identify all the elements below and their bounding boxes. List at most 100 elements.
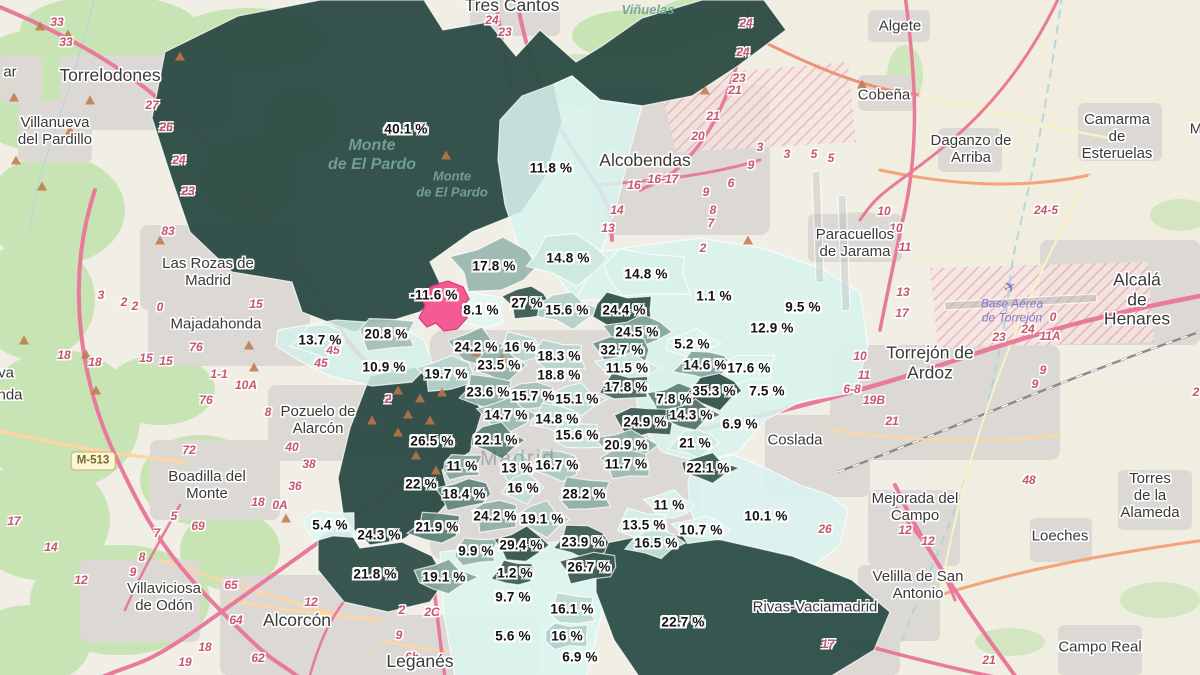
percent-label: 29.4 % <box>499 538 542 553</box>
forest-icon <box>63 30 73 39</box>
road-number-label: 21 <box>728 83 741 97</box>
road-number-label: 24 <box>485 13 498 27</box>
airbase-label: Base Aérea de Torrejón <box>981 297 1043 326</box>
road-number-label: 2 <box>399 603 406 617</box>
percent-label: 24.3 % <box>357 528 400 543</box>
forest-icon <box>11 156 21 165</box>
forest-icon <box>497 354 507 363</box>
road-number-label: 9 <box>396 628 403 642</box>
percent-label: 35.3 % <box>692 384 735 399</box>
percent-label: 12.9 % <box>750 321 793 336</box>
road-number-label: 20 <box>691 129 704 143</box>
label-layer: Monte de El PardoMonte de El PardoViñuel… <box>0 0 1200 675</box>
road-number-label: 1-1 <box>210 367 227 381</box>
percent-label: 13 % <box>501 461 533 476</box>
percent-label: 8.1 % <box>463 303 499 318</box>
road-number-label: 62 <box>251 651 264 665</box>
forest-icon <box>743 236 753 245</box>
percent-label: 17.6 % <box>727 361 770 376</box>
forest-icon <box>175 52 185 61</box>
road-number-label: 26 <box>159 120 172 134</box>
city-label: M <box>1190 122 1200 139</box>
forest-icon <box>857 80 867 89</box>
forest-icon <box>415 394 425 403</box>
percent-label: 14.3 % <box>669 408 712 423</box>
city-label: Alcalá de Henares <box>1104 271 1170 330</box>
road-number-label: 36 <box>288 479 301 493</box>
percent-label: 7.8 % <box>656 392 692 407</box>
road-number-label: 3 <box>784 147 791 161</box>
city-label: Torrejón de Ardoz <box>886 343 974 382</box>
road-number-label: 15 <box>139 351 152 365</box>
road-number-label: 40 <box>285 440 298 454</box>
forest-icon <box>411 451 421 460</box>
road-number-label: 12 <box>921 534 934 548</box>
city-label: Rivas-Vaciamadrid <box>753 600 878 617</box>
road-number-label: 10A <box>235 378 257 392</box>
city-label: Mejorada del Campo <box>872 491 959 525</box>
road-number-label: 45 <box>314 356 327 370</box>
road-number-label: 5 <box>171 509 178 523</box>
percent-label: 9.9 % <box>458 544 494 559</box>
percent-label: 1.2 % <box>497 566 533 581</box>
percent-label: 11 % <box>654 498 685 513</box>
road-number-label: 18 <box>251 495 264 509</box>
city-label: Majadahonda <box>171 317 262 334</box>
road-number-label: 0 <box>1050 310 1057 324</box>
road-number-label: 24 <box>1021 322 1034 336</box>
forest-icon <box>91 386 101 395</box>
road-number-label: 14 <box>44 540 57 554</box>
percent-label: 16 % <box>551 629 583 644</box>
road-number-label: 13 <box>896 285 909 299</box>
percent-label: 6.9 % <box>722 417 758 432</box>
forest-icon <box>447 436 457 445</box>
forest-icon <box>155 236 165 245</box>
percent-label: 32.7 % <box>600 343 643 358</box>
forest-icon <box>81 350 91 359</box>
forest-icon <box>244 341 254 350</box>
percent-label: 18.4 % <box>442 487 485 502</box>
percent-label: 16.5 % <box>634 536 677 551</box>
road-number-label: 3 <box>98 288 105 302</box>
percent-label: 13.5 % <box>622 518 665 533</box>
percent-label: 40.1 % <box>384 122 427 137</box>
city-label: Daganzo de Arriba <box>931 133 1012 167</box>
percent-label: 14.8 % <box>546 251 589 266</box>
percent-label: 24.5 % <box>615 325 658 340</box>
road-number-label: 24-5 <box>1034 203 1058 217</box>
city-label: Torres de la Alameda <box>1120 471 1179 521</box>
percent-label: -11.6 % <box>410 288 457 303</box>
percent-label: 21 % <box>679 436 711 451</box>
city-watermark-label: Madrid <box>480 447 556 471</box>
forest-icon <box>9 93 19 102</box>
road-number-label: 64 <box>229 613 242 627</box>
road-number-label: 10 <box>889 221 902 235</box>
road-number-label: 2 <box>121 295 128 309</box>
road-number-label: 13 <box>601 221 614 235</box>
percent-label: 24.4 % <box>602 303 645 318</box>
percent-label: 11.7 % <box>605 457 648 472</box>
percent-label: 21.9 % <box>415 520 458 535</box>
forest-icon <box>393 386 403 395</box>
road-shield-m513: M-513 <box>71 452 116 471</box>
road-number-label: 15 <box>159 354 172 368</box>
percent-label: 14.8 % <box>535 412 578 427</box>
city-label: ar <box>3 65 16 82</box>
percent-label: 22.1 % <box>686 461 729 476</box>
road-number-label: 2 <box>1193 385 1200 399</box>
road-number-label: 12 <box>898 523 911 537</box>
road-number-label: 27 <box>145 98 158 112</box>
percent-label: 22 % <box>405 477 437 492</box>
road-number-label: 24 <box>739 16 752 30</box>
forest-icon <box>441 151 451 160</box>
city-label: Leganés <box>386 652 453 672</box>
city-label: Camarma de Esteruelas <box>1076 112 1159 162</box>
map-canvas[interactable]: Monte de El PardoMonte de El PardoViñuel… <box>0 0 1200 675</box>
city-label: Las Rozas de Madrid <box>162 256 254 290</box>
road-number-label: 7 <box>708 216 715 230</box>
percent-label: 14.8 % <box>624 267 667 282</box>
city-label: Alcobendas <box>599 151 690 171</box>
percent-label: 15.6 % <box>555 428 598 443</box>
road-number-label: 23 <box>732 71 745 85</box>
percent-label: 26.7 % <box>567 560 610 575</box>
